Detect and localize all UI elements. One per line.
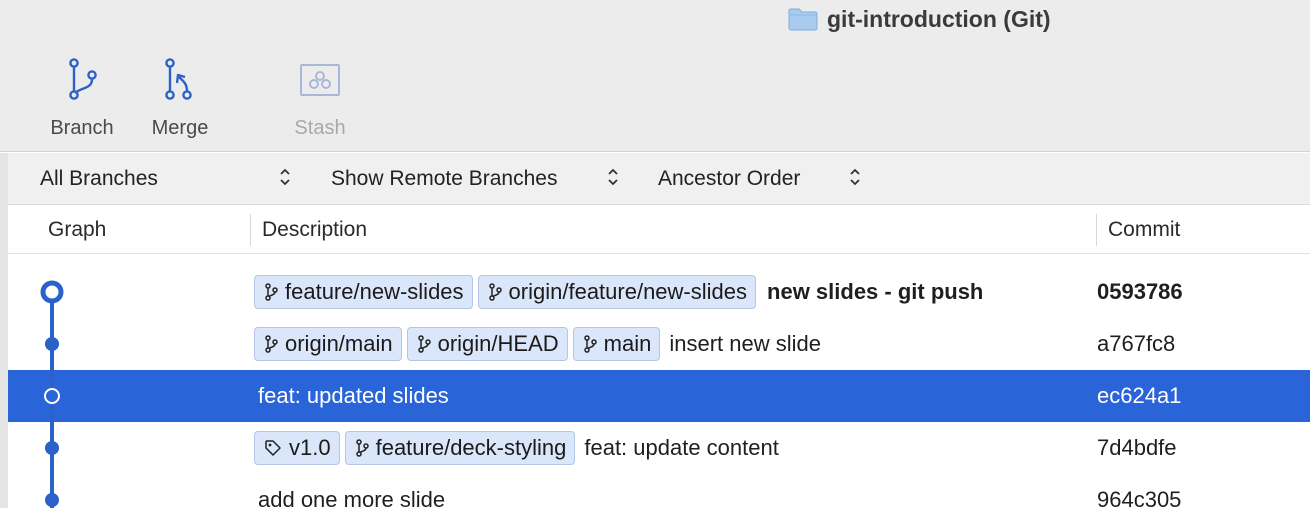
stash-icon: [300, 64, 340, 96]
branch-ref-badge[interactable]: main: [572, 327, 661, 361]
branch-icon: [583, 335, 597, 353]
commit-row[interactable]: origin/main origin/HEAD main insert new …: [8, 318, 1310, 370]
commit-message: feat: update content: [584, 435, 779, 460]
repo-name: git-introduction (Git): [827, 5, 1051, 32]
commit-message: new slides - git push: [767, 279, 984, 304]
remote-branches-value: Show Remote Branches: [331, 167, 558, 190]
column-graph[interactable]: Graph: [48, 206, 106, 254]
ref-name: feature/new-slides: [285, 279, 464, 304]
column-divider[interactable]: [1096, 214, 1097, 246]
commit-row[interactable]: v1.0 feature/deck-styling feat: update c…: [8, 422, 1310, 474]
commit-row[interactable]: feature/new-slides origin/feature/new-sl…: [8, 266, 1310, 318]
stash-button[interactable]: Stash: [275, 56, 365, 140]
ref-name: feature/deck-styling: [375, 435, 567, 460]
branch-icon: [417, 335, 431, 353]
commit-hash: 7d4bdfe: [1097, 435, 1177, 460]
commit-message: feat: updated slides: [258, 383, 449, 408]
commit-hash: a767fc8: [1097, 331, 1176, 356]
commit-order-select[interactable]: Ancestor Order: [658, 153, 860, 205]
column-divider[interactable]: [250, 214, 251, 246]
filter-bar: All Branches Show Remote Branches Ancest…: [8, 153, 1310, 205]
branches-filter-value: All Branches: [40, 167, 158, 190]
ref-name: origin/main: [285, 331, 393, 356]
branch-icon: [265, 335, 278, 353]
commit-hash: ec624a1: [1097, 383, 1182, 408]
toolbar: git-introduction (Git) Branch Merge Stas…: [0, 0, 1310, 152]
branch-icon: [69, 58, 97, 100]
branch-icon: [265, 283, 278, 301]
column-header: Graph Description Commit: [8, 206, 1310, 254]
branch-ref-badge[interactable]: origin/main: [254, 327, 402, 361]
merge-label: Merge: [151, 117, 209, 139]
merge-icon: [165, 58, 192, 100]
branch-ref-badge[interactable]: feature/new-slides: [254, 275, 473, 309]
commit-list: feature/new-slides origin/feature/new-sl…: [8, 256, 1310, 508]
column-description[interactable]: Description: [262, 206, 367, 254]
updown-chevron-icon: [280, 168, 290, 186]
branch-icon: [355, 439, 369, 457]
updown-chevron-icon: [608, 168, 618, 186]
branch-ref-badge[interactable]: origin/feature/new-slides: [477, 275, 757, 309]
sidebar-edge: [0, 153, 8, 508]
merge-button[interactable]: Merge: [135, 56, 225, 140]
commit-row-selected[interactable]: feat: updated slides ec624a1: [8, 370, 1310, 422]
commit-hash: 0593786: [1097, 279, 1183, 304]
updown-chevron-icon: [850, 168, 860, 186]
commit-hash: 964c305: [1097, 487, 1182, 508]
branches-filter-select[interactable]: All Branches: [40, 153, 290, 205]
commit-order-value: Ancestor Order: [658, 167, 801, 190]
branch-ref-badge[interactable]: feature/deck-styling: [344, 431, 576, 465]
ref-name: origin/feature/new-slides: [508, 279, 748, 304]
commit-row[interactable]: add one more slide 964c305: [8, 474, 1310, 508]
window-title: git-introduction (Git): [788, 4, 1051, 34]
tag-icon: [265, 440, 281, 456]
branch-label: Branch: [50, 117, 114, 139]
ref-name: origin/HEAD: [437, 331, 559, 356]
stash-label: Stash: [294, 117, 346, 139]
commit-message: add one more slide: [258, 487, 446, 508]
branch-ref-badge[interactable]: origin/HEAD: [406, 327, 568, 361]
ref-name: main: [603, 331, 652, 356]
remote-branches-select[interactable]: Show Remote Branches: [331, 153, 618, 205]
column-commit[interactable]: Commit: [1108, 206, 1180, 254]
commit-message: insert new slide: [669, 331, 821, 356]
branch-icon: [488, 283, 502, 301]
tag-ref-badge[interactable]: v1.0: [254, 431, 340, 465]
ref-name: v1.0: [289, 435, 331, 460]
folder-icon: [788, 8, 818, 31]
branch-button[interactable]: Branch: [37, 56, 127, 140]
